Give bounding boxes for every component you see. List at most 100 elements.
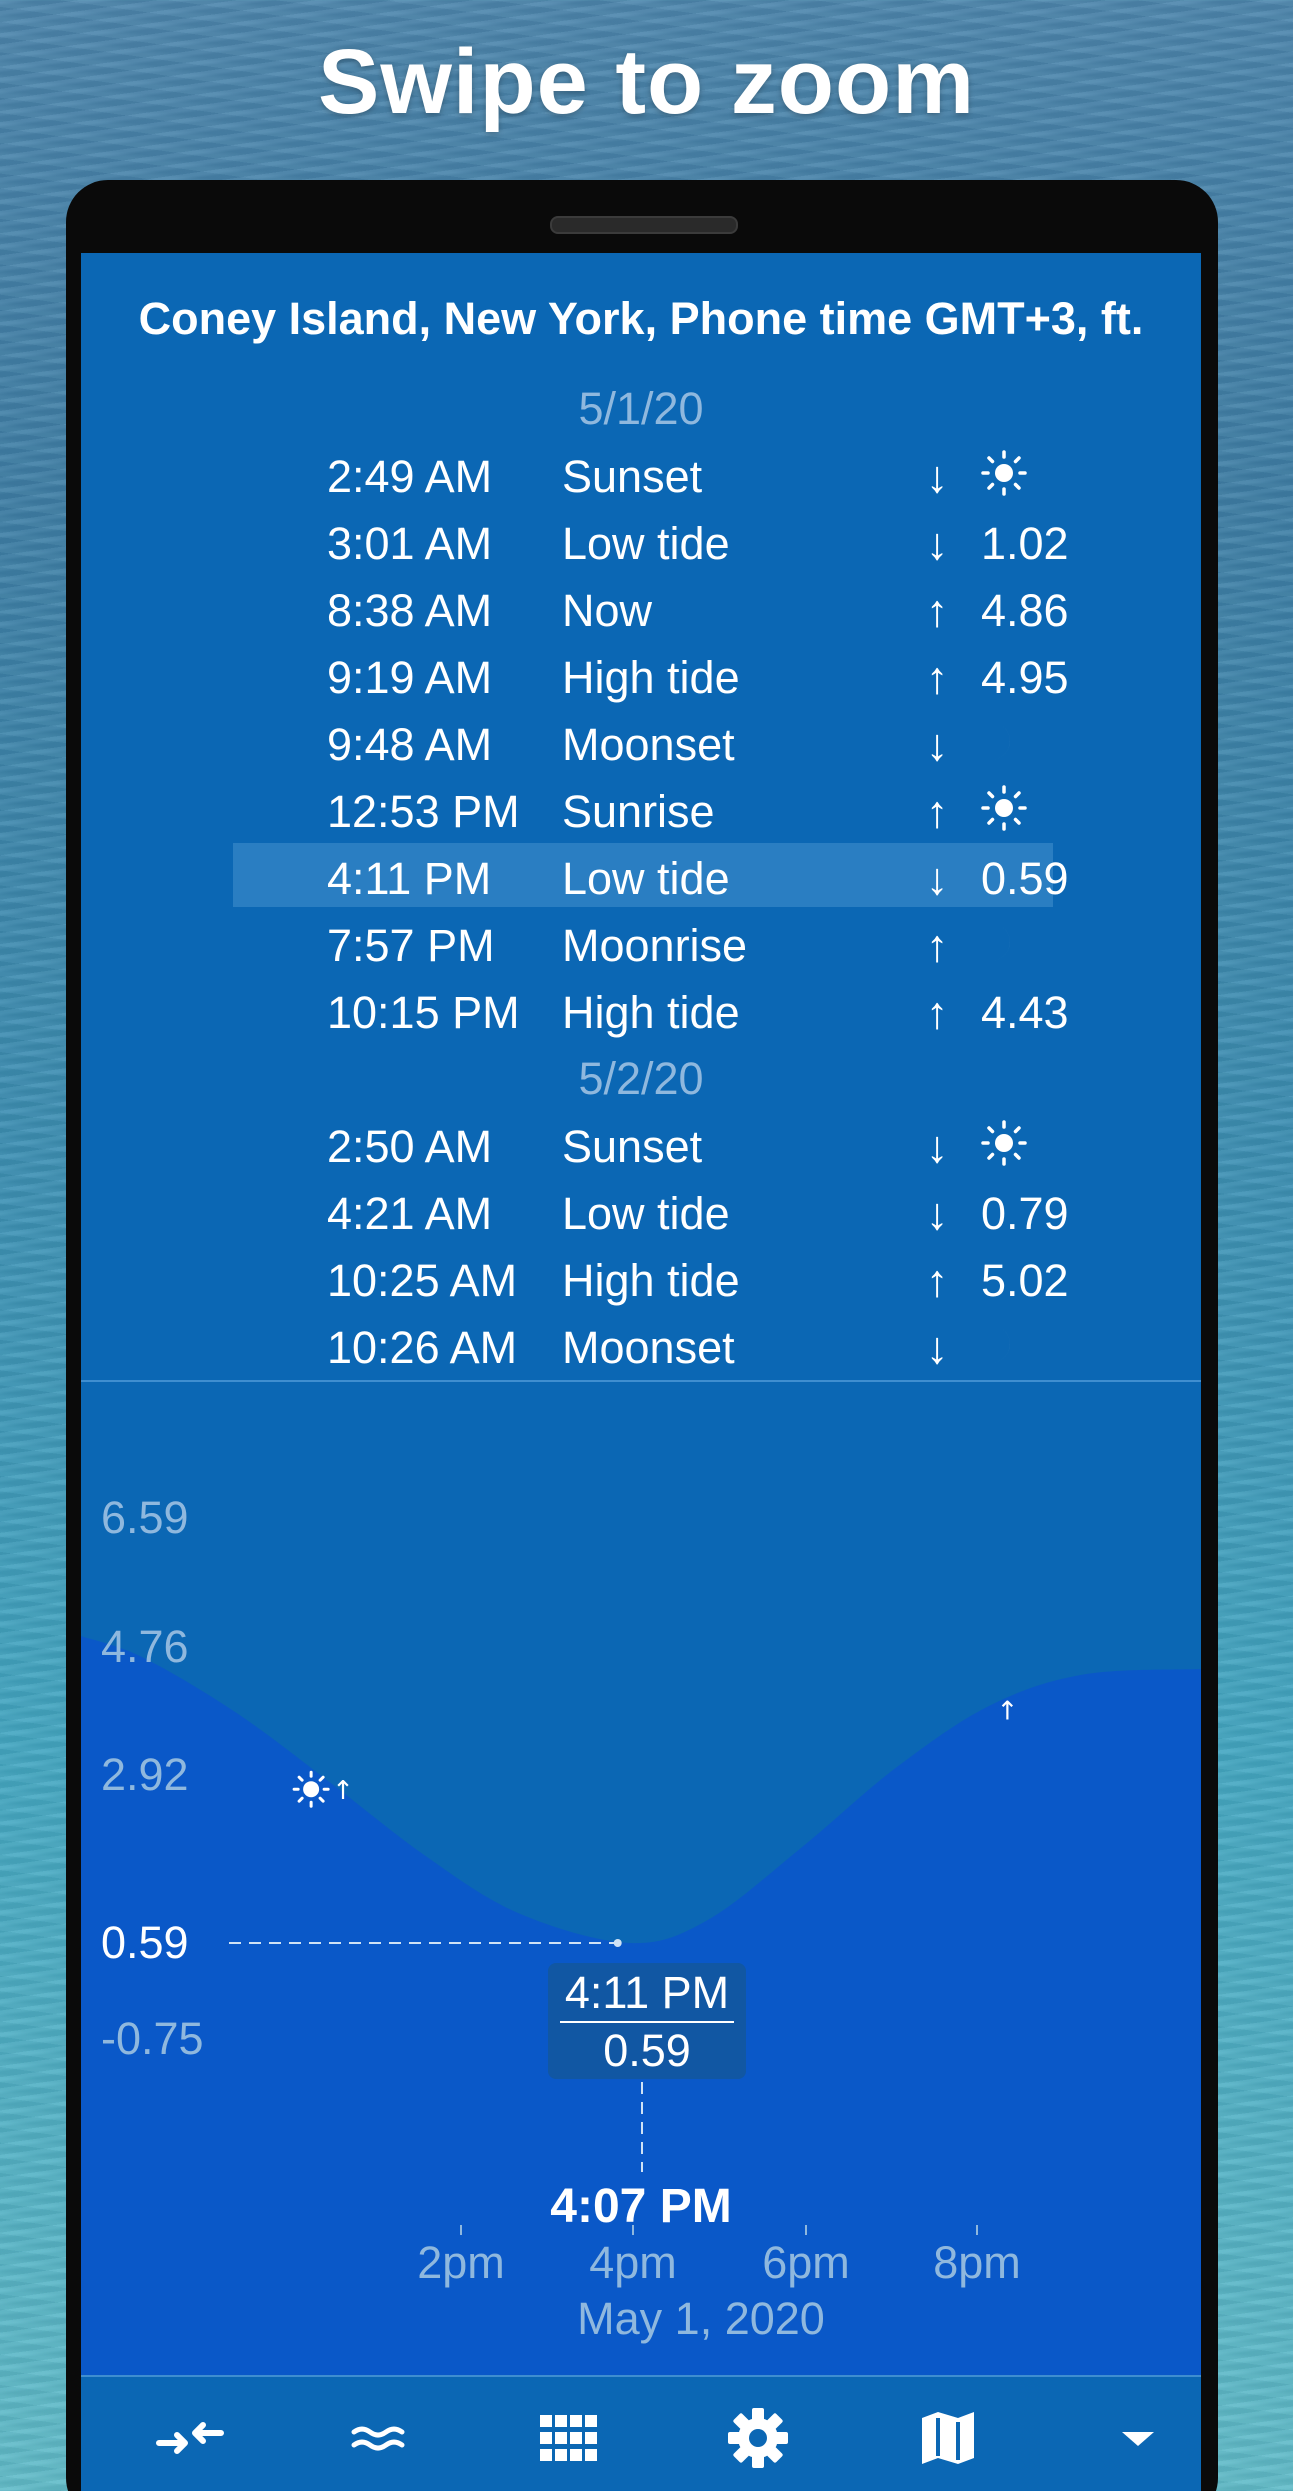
waves-button[interactable] (318, 2403, 438, 2473)
tide-event-row[interactable]: 10:25 AM High tide ↑ 5.02 (233, 1245, 1069, 1309)
event-name: Low tide (562, 853, 730, 904)
event-name: High tide (562, 652, 740, 703)
direction-arrow: ↓ (925, 518, 949, 569)
moon-indicator (981, 718, 1021, 775)
direction-arrow: ↓ (925, 451, 949, 502)
day-header: 5/1/20 (578, 383, 704, 434)
tide-event-row[interactable]: 9:19 AM High tide ↑ 4.95 (233, 642, 1069, 706)
gear-icon (728, 2408, 788, 2468)
sunrise-arrow: ↑ (332, 1776, 354, 1806)
app-screen[interactable]: Coney Island, New York, Phone time GMT+3… (81, 253, 1201, 2491)
chart-tooltip: 4:11 PM 0.59 (548, 1963, 746, 2079)
tide-height: 4.86 (981, 585, 1069, 636)
direction-arrow: ↑ (925, 987, 949, 1038)
event-name: Moonrise (562, 920, 748, 971)
tide-event-row[interactable]: 2:49 AM Sunset ↓ (233, 441, 1053, 505)
direction-arrow: ↑ (925, 652, 949, 703)
direction-arrow: ↑ (925, 920, 949, 971)
tooltip-value: 0.59 (603, 2025, 691, 2076)
direction-arrow: ↓ (925, 1322, 949, 1373)
grid-icon (540, 2415, 597, 2461)
compress-button[interactable] (130, 2403, 250, 2473)
moon-indicator (981, 919, 1021, 976)
waves-icon (351, 2426, 405, 2451)
tide-height: 0.79 (981, 1188, 1069, 1239)
direction-arrow: ↑ (925, 585, 949, 636)
phone-speaker (550, 216, 738, 234)
y-tick-label: 6.59 (101, 1492, 189, 1543)
low-tide-point (613, 1939, 622, 1947)
event-name: Sunset (562, 1121, 703, 1172)
bottom-toolbar (81, 2375, 1201, 2491)
direction-arrow: ↑ (925, 1255, 949, 1306)
direction-arrow: ↓ (925, 719, 949, 770)
event-time: 9:19 AM (327, 652, 493, 703)
moon-icon (991, 923, 1011, 961)
compress-icon (156, 2422, 224, 2454)
tide-event-row[interactable]: 10:15 PM High tide ↑ 4.43 (233, 977, 1069, 1041)
cursor-time: 4:07 PM (550, 2180, 732, 2233)
map-button[interactable] (888, 2403, 1008, 2473)
event-time: 7:57 PM (327, 920, 495, 971)
tide-height: 1.02 (981, 518, 1069, 569)
y-tick-label: 4.76 (101, 1621, 189, 1672)
day-header: 5/2/20 (578, 1053, 704, 1104)
moon-icon (991, 1325, 1011, 1363)
map-icon (922, 2412, 974, 2464)
tide-event-row[interactable]: 12:53 PM Sunrise ↑ (233, 776, 1053, 840)
tide-event-row[interactable]: 10:26 AM Moonset ↓ (233, 1312, 1053, 1376)
tide-event-row[interactable]: 7:57 PM Moonrise ↑ (233, 910, 1053, 974)
sunrise-marker (292, 1770, 330, 1808)
tide-height: 0.59 (981, 853, 1069, 904)
x-tick-label: 6pm (762, 2237, 850, 2288)
tide-height: 4.95 (981, 652, 1069, 703)
tide-event-row[interactable]: 4:11 PM Low tide ↓ 0.59 (233, 843, 1069, 907)
table-grid-button[interactable] (508, 2403, 628, 2473)
tide-event-row[interactable]: 4:21 AM Low tide ↓ 0.79 (233, 1178, 1069, 1242)
event-name: High tide (562, 987, 740, 1038)
event-time: 4:11 PM (327, 853, 492, 904)
event-name: Sunrise (562, 786, 715, 837)
tooltip-divider (560, 2021, 734, 2023)
y-tick-label: -0.75 (101, 2013, 204, 2064)
event-time: 2:50 AM (327, 1121, 493, 1172)
event-time: 12:53 PM (327, 786, 520, 837)
sun-indicator (981, 1120, 1027, 1177)
sun-icon (981, 1120, 1027, 1166)
event-name: Sunset (562, 451, 703, 502)
location-title: Coney Island, New York, Phone time GMT+3… (138, 293, 1144, 344)
y-tick-label: 2.92 (101, 1749, 189, 1800)
event-name: High tide (562, 1255, 740, 1306)
event-name: Low tide (562, 1188, 730, 1239)
event-time: 10:15 PM (327, 987, 520, 1038)
event-time: 10:26 AM (327, 1322, 518, 1373)
event-name: Moonset (562, 1322, 735, 1373)
current-value-label: 0.59 (101, 1917, 189, 1968)
sun-indicator (981, 785, 1027, 842)
tide-height: 5.02 (981, 1255, 1069, 1306)
direction-arrow: ↓ (925, 853, 949, 904)
tide-height: 4.43 (981, 987, 1069, 1038)
headline: Swipe to zoom (318, 31, 975, 133)
dropdown-button[interactable] (1078, 2403, 1198, 2473)
event-time: 8:38 AM (327, 585, 493, 636)
tide-event-row[interactable]: 8:38 AM Now ↑ 4.86 (233, 575, 1069, 639)
direction-arrow: ↓ (925, 1188, 949, 1239)
event-name: Moonset (562, 719, 735, 770)
tide-event-row[interactable]: 3:01 AM Low tide ↓ 1.02 (233, 508, 1069, 572)
tide-event-row[interactable]: 9:48 AM Moonset ↓ (233, 709, 1053, 773)
sun-indicator (981, 450, 1027, 507)
moonrise-arrow: ↑ (997, 1697, 1019, 1727)
direction-arrow: ↓ (925, 1121, 949, 1172)
tide-event-row[interactable]: 2:50 AM Sunset ↓ (233, 1111, 1053, 1175)
event-name: Now (562, 585, 653, 636)
direction-arrow: ↑ (925, 786, 949, 837)
x-tick-label: 4pm (589, 2237, 677, 2288)
event-name: Low tide (562, 518, 730, 569)
dropdown-icon (1122, 2432, 1154, 2446)
event-time: 10:25 AM (327, 1255, 518, 1306)
settings-button[interactable] (698, 2403, 818, 2473)
x-tick-label: 8pm (933, 2237, 1021, 2288)
event-time: 4:21 AM (327, 1188, 493, 1239)
event-time: 9:48 AM (327, 719, 493, 770)
